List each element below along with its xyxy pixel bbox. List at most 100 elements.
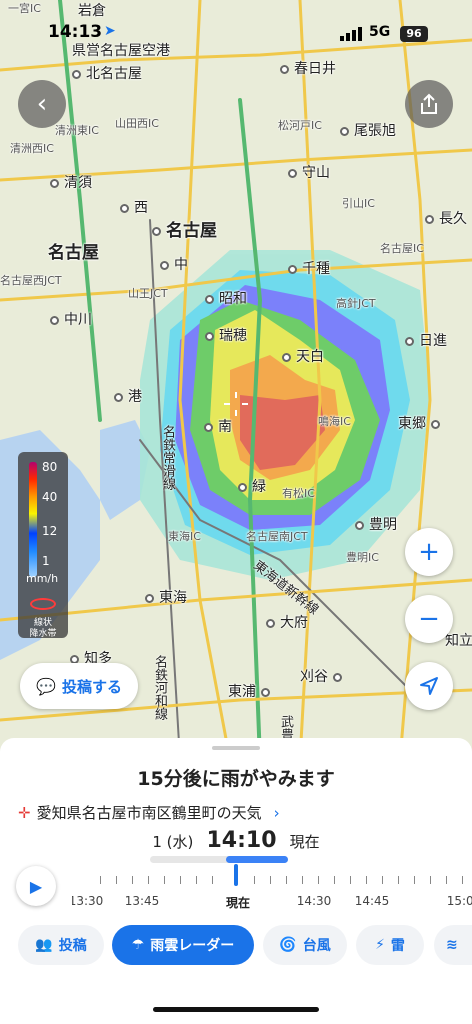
current-location-button[interactable] xyxy=(405,662,453,710)
place-label: 長久 xyxy=(425,208,467,228)
place-label: 南 xyxy=(204,416,232,436)
location-row[interactable]: ✛ 愛知県名古屋市南区鶴里町の天気 › xyxy=(18,802,280,823)
forecast-day: 1 (水) xyxy=(152,833,194,851)
place-label: 東海 xyxy=(145,587,187,607)
signal-icon xyxy=(340,26,364,45)
rain-cloud-icon: ☂ xyxy=(131,937,145,953)
place-label: 緑 xyxy=(238,476,266,496)
share-icon xyxy=(421,93,437,114)
place-label: 清洲東IC xyxy=(55,124,99,137)
back-button[interactable]: ‹ xyxy=(18,80,66,128)
people-icon: 👥 xyxy=(35,937,53,953)
place-label: 山王JCT xyxy=(128,287,168,300)
typhoon-icon: 🌀 xyxy=(279,937,297,953)
legend-tick: 80 xyxy=(42,460,58,474)
timeline-label: 13:45 xyxy=(124,894,160,908)
post-speech-icon: 💬 xyxy=(36,676,56,696)
linear-rainband-icon xyxy=(30,598,56,610)
place-label: 大府 xyxy=(266,612,308,632)
map-graphics xyxy=(0,0,472,760)
play-icon: ▶ xyxy=(29,876,43,896)
place-label: 清須 xyxy=(50,172,92,192)
place-label: 名古屋 xyxy=(48,243,99,263)
location-address: 愛知県名古屋市南区鶴里町の天気 xyxy=(36,804,262,822)
place-label: 西 xyxy=(120,197,148,217)
road-label: 名鉄河和線 xyxy=(152,655,167,720)
place-label: 天白 xyxy=(282,346,324,366)
place-label: 守山 xyxy=(288,162,330,182)
status-bar: 14:13 ➤ 5G 96 xyxy=(0,0,472,56)
place-label: 北名古屋 xyxy=(72,63,142,83)
place-label: 中 xyxy=(160,254,188,274)
chevron-left-icon: ‹ xyxy=(36,89,48,119)
zoom-out-button[interactable]: − xyxy=(405,595,453,643)
place-label: 中川 xyxy=(50,309,92,329)
home-indicator xyxy=(153,1007,319,1012)
network-label: 5G xyxy=(369,24,391,40)
place-label: 東海IC xyxy=(168,530,201,543)
tab-wind[interactable]: ≋ xyxy=(434,925,472,965)
place-label: 知立 xyxy=(445,633,472,649)
rain-forecast-headline: 15分後に雨がやみます xyxy=(137,768,335,790)
legend-tick: 1 xyxy=(42,554,50,568)
tab-lightning[interactable]: ⚡ 雷 xyxy=(356,925,424,965)
place-label: 昭和 xyxy=(205,288,247,308)
plus-icon: + xyxy=(418,537,440,567)
timeline-label: 14:30 xyxy=(296,894,332,908)
timeline-label: 13:30 xyxy=(72,894,104,908)
tab-posts[interactable]: 👥 投稿 xyxy=(18,925,104,965)
tab-label: 投稿 xyxy=(58,938,87,954)
minus-icon: − xyxy=(418,604,440,634)
precipitation-legend: 80 40 12 1 mm/h 線状 降水帯 xyxy=(18,452,68,639)
legend-tick: 40 xyxy=(42,490,58,504)
chevron-right-icon: › xyxy=(273,803,280,822)
legend-tick: 12 xyxy=(42,524,58,538)
forecast-now-label: 現在 xyxy=(289,833,320,851)
share-button[interactable] xyxy=(405,80,453,128)
place-label: 高針JCT xyxy=(336,297,376,310)
playback-progress-fill xyxy=(226,856,288,863)
radar-map[interactable]: 一宮IC 岩倉 県営名古屋空港 北名古屋 春日井 清洲東IC 山田西IC 松河戸… xyxy=(0,0,472,760)
timeline-label: 15:00 xyxy=(446,894,472,908)
place-label: 引山IC xyxy=(342,197,375,210)
time-slider[interactable]: 13:30 13:45 現在 14:30 14:45 15:00 xyxy=(72,874,472,914)
place-label: 松河戸IC xyxy=(278,119,322,132)
road-label: 名鉄常滑線 xyxy=(160,425,175,490)
place-label: 豊明IC xyxy=(346,551,379,564)
location-arrow-icon: ➤ xyxy=(104,23,116,39)
zoom-in-button[interactable]: + xyxy=(405,528,453,576)
tab-typhoon[interactable]: 🌀 台風 xyxy=(263,925,347,965)
place-label: 清洲西IC xyxy=(10,142,54,155)
forecast-clock: 14:10 xyxy=(206,828,277,853)
place-label: 東浦 xyxy=(228,681,270,701)
post-report-button[interactable]: 💬 投稿する xyxy=(20,663,138,709)
lightning-icon: ⚡ xyxy=(375,937,385,953)
status-time: 14:13 xyxy=(48,22,103,42)
place-label: 千種 xyxy=(288,258,330,278)
place-label: 港 xyxy=(114,386,142,406)
tab-label: 台風 xyxy=(302,938,331,954)
playback-progress-track xyxy=(150,856,288,863)
tab-rain-radar[interactable]: ☂ 雨雲レーダー xyxy=(112,925,254,965)
battery-indicator: 96 xyxy=(400,26,428,42)
place-label: 東郷 xyxy=(398,413,440,433)
place-label: 春日井 xyxy=(280,58,336,78)
legend-senjo-label: 降水帯 xyxy=(29,629,57,639)
place-label: 山田西IC xyxy=(115,117,159,130)
post-report-label: 投稿する xyxy=(61,677,122,696)
timeline-cursor[interactable] xyxy=(234,864,238,886)
wind-icon: ≋ xyxy=(446,937,458,953)
place-label: 名古屋 xyxy=(152,216,217,241)
place-label: 名古屋IC xyxy=(380,242,424,255)
weather-bottom-sheet: 15分後に雨がやみます ✛ 愛知県名古屋市南区鶴里町の天気 › 1 (水) 14… xyxy=(0,738,472,1024)
play-button[interactable]: ▶ xyxy=(16,866,56,906)
forecast-timestamp: 1 (水) 14:10 現在 xyxy=(0,828,472,853)
place-label: 有松IC xyxy=(282,487,315,500)
place-label: 名古屋西JCT xyxy=(0,274,62,287)
place-label: 豊明 xyxy=(355,514,397,534)
timeline-label: 現在 xyxy=(225,896,251,910)
bottom-tab-bar: 👥 投稿 ☂ 雨雲レーダー 🌀 台風 ⚡ 雷 ≋ xyxy=(0,925,472,971)
sheet-grabber[interactable] xyxy=(212,746,260,750)
place-label: 瑞穂 xyxy=(205,325,247,345)
tab-label: 雷 xyxy=(390,938,405,954)
